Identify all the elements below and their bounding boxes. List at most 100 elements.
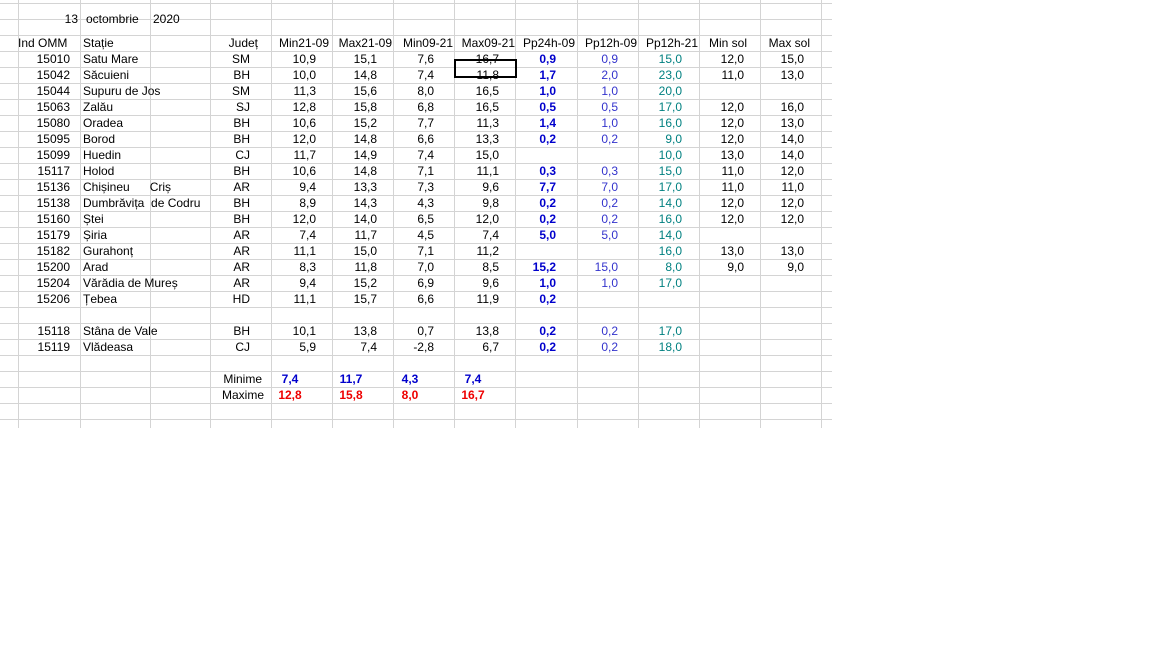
table-cell[interactable]: 4,5 bbox=[393, 227, 434, 243]
table-cell[interactable]: 7,4 bbox=[454, 227, 499, 243]
table-cell[interactable]: BH bbox=[210, 67, 250, 83]
table-cell[interactable]: SM bbox=[210, 83, 250, 99]
table-cell[interactable]: 11,9 bbox=[454, 291, 499, 307]
table-cell[interactable] bbox=[577, 291, 618, 307]
table-cell[interactable]: 12,0 bbox=[454, 211, 499, 227]
table-cell[interactable]: 12,0 bbox=[271, 131, 316, 147]
date-day-cell[interactable]: 13 bbox=[18, 11, 78, 27]
table-cell[interactable]: 15,2 bbox=[515, 259, 556, 275]
table-cell[interactable]: 14,0 bbox=[332, 211, 377, 227]
summary-max-value[interactable]: 16,7 bbox=[454, 387, 492, 403]
table-cell[interactable]: 15,0 bbox=[760, 51, 804, 67]
table-cell[interactable]: 6,6 bbox=[393, 291, 434, 307]
table-cell[interactable]: BH bbox=[210, 163, 250, 179]
table-cell[interactable]: 9,4 bbox=[271, 179, 316, 195]
table-cell[interactable]: 11,1 bbox=[271, 291, 316, 307]
table-cell[interactable]: 11,0 bbox=[699, 67, 744, 83]
table-cell[interactable]: CJ bbox=[210, 147, 250, 163]
table-cell[interactable]: 0,2 bbox=[577, 131, 618, 147]
table-cell[interactable]: 14,0 bbox=[760, 131, 804, 147]
header-cell[interactable]: Max09-21 bbox=[454, 35, 515, 51]
table-cell[interactable]: 12,0 bbox=[699, 211, 744, 227]
table-cell[interactable]: SJ bbox=[210, 99, 250, 115]
table-cell[interactable] bbox=[699, 339, 744, 355]
table-cell[interactable] bbox=[699, 275, 744, 291]
table-cell[interactable]: BH bbox=[210, 323, 250, 339]
table-cell[interactable]: 11,7 bbox=[332, 227, 377, 243]
table-cell[interactable]: BH bbox=[210, 211, 250, 227]
table-cell[interactable]: 9,0 bbox=[638, 131, 682, 147]
table-cell[interactable]: 11,8 bbox=[332, 259, 377, 275]
table-cell[interactable]: 8,9 bbox=[271, 195, 316, 211]
table-cell[interactable]: 8,0 bbox=[638, 259, 682, 275]
table-cell[interactable]: 7,4 bbox=[393, 67, 434, 83]
table-cell[interactable]: 9,0 bbox=[699, 259, 744, 275]
date-year-cell[interactable]: 2020 bbox=[153, 11, 209, 27]
table-cell[interactable]: BH bbox=[210, 195, 250, 211]
table-cell[interactable]: CJ bbox=[210, 339, 250, 355]
summary-min-label[interactable]: Minime bbox=[210, 371, 262, 387]
table-cell[interactable]: 0,2 bbox=[515, 195, 556, 211]
table-cell[interactable]: 11,7 bbox=[271, 147, 316, 163]
table-cell[interactable]: 12,0 bbox=[760, 163, 804, 179]
summary-min-value[interactable]: 11,7 bbox=[332, 371, 370, 387]
table-cell[interactable]: -2,8 bbox=[393, 339, 434, 355]
table-cell[interactable]: 11,3 bbox=[454, 115, 499, 131]
table-cell[interactable]: 0,2 bbox=[577, 195, 618, 211]
table-cell[interactable]: 0,5 bbox=[515, 99, 556, 115]
table-cell[interactable]: 15,0 bbox=[638, 163, 682, 179]
table-cell[interactable]: 15063 bbox=[18, 99, 70, 115]
table-cell[interactable]: 1,0 bbox=[577, 83, 618, 99]
table-cell[interactable]: 0,2 bbox=[515, 211, 556, 227]
table-cell[interactable]: 5,0 bbox=[577, 227, 618, 243]
table-cell[interactable]: SM bbox=[210, 51, 250, 67]
table-cell[interactable]: 12,0 bbox=[699, 51, 744, 67]
table-cell[interactable]: 9,6 bbox=[454, 179, 499, 195]
summary-max-value[interactable]: 12,8 bbox=[271, 387, 309, 403]
table-cell[interactable]: 0,2 bbox=[515, 131, 556, 147]
table-cell[interactable] bbox=[577, 243, 618, 259]
table-cell[interactable]: 7,1 bbox=[393, 243, 434, 259]
table-cell[interactable]: 2,0 bbox=[577, 67, 618, 83]
table-cell[interactable]: 13,3 bbox=[332, 179, 377, 195]
header-cell[interactable]: Min21-09 bbox=[271, 35, 329, 51]
table-cell[interactable]: 0,9 bbox=[577, 51, 618, 67]
table-cell[interactable]: 13,8 bbox=[332, 323, 377, 339]
table-cell[interactable]: 0,5 bbox=[577, 99, 618, 115]
table-cell[interactable]: 12,0 bbox=[760, 211, 804, 227]
table-cell[interactable] bbox=[699, 83, 744, 99]
table-cell[interactable]: AR bbox=[210, 179, 250, 195]
table-cell[interactable]: 9,4 bbox=[271, 275, 316, 291]
table-cell[interactable]: 15119 bbox=[18, 339, 70, 355]
table-cell[interactable]: 0,3 bbox=[515, 163, 556, 179]
table-cell[interactable]: AR bbox=[210, 259, 250, 275]
date-month-cell[interactable]: octombrie bbox=[86, 11, 148, 27]
table-cell[interactable]: 15080 bbox=[18, 115, 70, 131]
table-cell[interactable]: 1,0 bbox=[515, 275, 556, 291]
table-cell[interactable]: 6,7 bbox=[454, 339, 499, 355]
table-cell[interactable]: 12,0 bbox=[699, 131, 744, 147]
table-cell[interactable]: 7,7 bbox=[393, 115, 434, 131]
table-cell[interactable]: Vlădeasa bbox=[83, 339, 213, 355]
table-cell[interactable]: 0,2 bbox=[515, 323, 556, 339]
table-cell[interactable]: Țebea bbox=[83, 291, 213, 307]
table-cell[interactable]: 0,7 bbox=[393, 323, 434, 339]
table-cell[interactable]: 15,7 bbox=[332, 291, 377, 307]
table-cell[interactable]: BH bbox=[210, 131, 250, 147]
table-cell[interactable]: 7,0 bbox=[577, 179, 618, 195]
table-cell[interactable]: 13,0 bbox=[760, 243, 804, 259]
table-cell[interactable]: Oradea bbox=[83, 115, 213, 131]
table-cell[interactable] bbox=[760, 323, 804, 339]
table-cell[interactable]: 7,7 bbox=[515, 179, 556, 195]
table-cell[interactable]: 16,0 bbox=[760, 99, 804, 115]
table-cell[interactable]: Gurahonț bbox=[83, 243, 213, 259]
table-cell[interactable] bbox=[760, 339, 804, 355]
table-cell[interactable]: Săcuieni bbox=[83, 67, 213, 83]
table-cell[interactable]: 5,0 bbox=[515, 227, 556, 243]
table-cell[interactable]: Huedin bbox=[83, 147, 213, 163]
table-cell[interactable] bbox=[577, 147, 618, 163]
table-cell[interactable]: Dumbrăvița de Codru bbox=[83, 195, 213, 211]
summary-max-value[interactable]: 8,0 bbox=[393, 387, 427, 403]
table-cell[interactable]: 15,1 bbox=[332, 51, 377, 67]
table-cell[interactable]: 15200 bbox=[18, 259, 70, 275]
